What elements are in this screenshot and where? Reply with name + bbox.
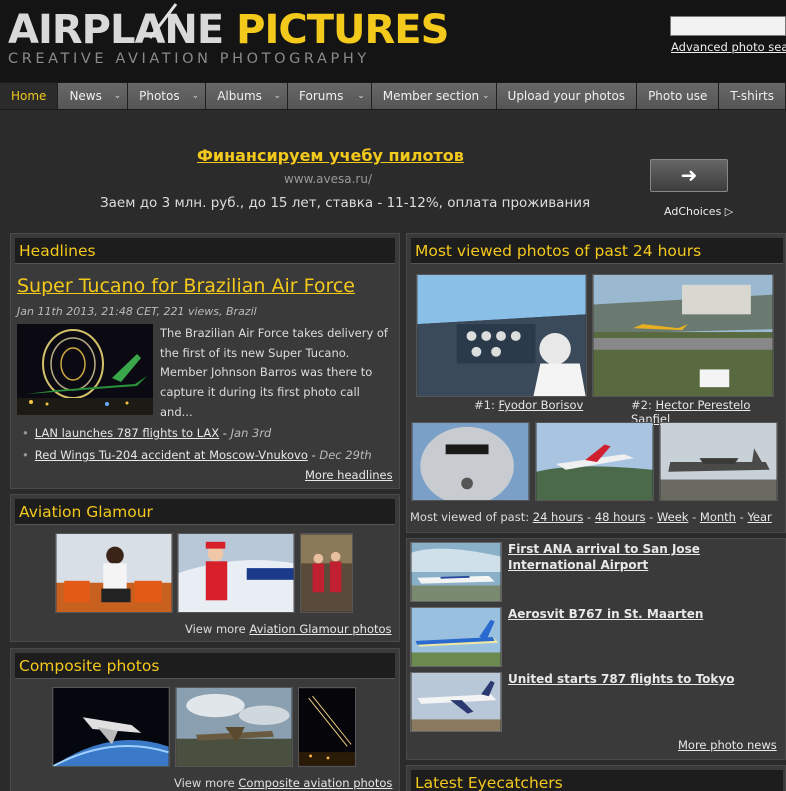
glamour-heading: Aviation Glamour bbox=[15, 499, 395, 525]
composite-view-more: View more Composite aviation photos bbox=[174, 776, 392, 790]
eyecatchers-heading: Latest Eyecatchers bbox=[411, 770, 783, 791]
chevron-down-icon: ⌄ bbox=[191, 91, 200, 101]
headlines-heading: Headlines bbox=[15, 238, 395, 264]
news-thumbnail[interactable] bbox=[410, 672, 502, 732]
period-link-year[interactable]: Year bbox=[747, 510, 771, 524]
news-thumbnail[interactable] bbox=[410, 542, 502, 602]
chevron-down-icon: ⌄ bbox=[113, 91, 122, 101]
headline-date: Jan 3rd bbox=[230, 426, 272, 440]
headline-link[interactable]: Red Wings Tu-204 accident at Moscow-Vnuk… bbox=[35, 448, 308, 462]
nav-albums[interactable]: Albums ⌄ bbox=[206, 83, 289, 109]
nav-forums[interactable]: Forums ⌄ bbox=[288, 83, 372, 109]
composite-view-more-link[interactable]: Composite aviation photos bbox=[238, 776, 392, 790]
nav-label: Forums bbox=[299, 89, 344, 103]
glamour-photo[interactable] bbox=[177, 533, 295, 613]
nav-label: Albums bbox=[217, 89, 262, 103]
main-nav: Home News ⌄ Photos ⌄ Albums ⌄ Forums ⌄ Membe… bbox=[0, 82, 786, 110]
nav-home[interactable]: Home bbox=[0, 83, 59, 109]
logo-word-pictures: PICTURES bbox=[236, 7, 449, 53]
glamour-photo[interactable] bbox=[300, 533, 353, 613]
glamour-view-more: View more Aviation Glamour photos bbox=[185, 622, 392, 636]
nav-upload-photos[interactable]: Upload your photos bbox=[496, 83, 638, 109]
list-item: Red Wings Tu-204 accident at Moscow-Vnuk… bbox=[22, 444, 372, 466]
chevron-down-icon: ⌄ bbox=[481, 91, 490, 101]
nav-member-section[interactable]: Member section ⌄ bbox=[371, 83, 497, 109]
adchoices-link[interactable]: AdChoices ▷ bbox=[664, 205, 733, 218]
rank-label: #1: bbox=[474, 398, 495, 412]
most-viewed-photo-2[interactable] bbox=[592, 274, 774, 397]
most-viewed-photo[interactable] bbox=[411, 422, 530, 501]
headline-link[interactable]: LAN launches 787 flights to LAX bbox=[35, 426, 219, 440]
logo-tagline: CREATIVE AVIATION PHOTOGRAPHY bbox=[8, 51, 370, 67]
most-viewed-periods: Most viewed of past: 24 hours - 48 hours… bbox=[410, 510, 772, 524]
composite-heading: Composite photos bbox=[15, 653, 395, 679]
most-viewed-photo[interactable] bbox=[659, 422, 778, 501]
headline-title-link[interactable]: Super Tucano for Brazilian Air Force bbox=[17, 275, 355, 297]
ad-url[interactable]: www.avesa.ru/ bbox=[284, 172, 372, 186]
eyecatchers-panel: Latest Eyecatchers bbox=[406, 765, 786, 791]
chevron-down-icon: ⌄ bbox=[357, 91, 365, 101]
headline-thumbnail[interactable] bbox=[17, 324, 153, 415]
ad-banner: Финансируем учебу пилотов www.avesa.ru/ … bbox=[0, 111, 786, 231]
ad-title-link[interactable]: Финансируем учебу пилотов bbox=[197, 146, 464, 165]
period-link-week[interactable]: Week bbox=[657, 510, 689, 524]
most-viewed-heading: Most viewed photos of past 24 hours bbox=[411, 238, 783, 264]
more-photo-news-label: More photo news bbox=[678, 738, 777, 752]
period-link-month[interactable]: Month bbox=[700, 510, 736, 524]
list-item: LAN launches 787 flights to LAX - Jan 3r… bbox=[22, 422, 372, 444]
more-photo-news-link[interactable]: More photo news bbox=[678, 738, 777, 752]
news-title-link[interactable]: United starts 787 flights to Tokyo bbox=[508, 671, 748, 687]
logo-word-airplane: AIRPLANE bbox=[8, 7, 224, 53]
headline-meta: Jan 11th 2013, 21:48 CET, 221 views, Bra… bbox=[17, 305, 257, 318]
chevron-down-icon: ⌄ bbox=[273, 91, 282, 101]
nav-label: Home bbox=[11, 89, 47, 103]
nav-label: News bbox=[69, 89, 102, 103]
nav-photos[interactable]: Photos ⌄ bbox=[128, 83, 207, 109]
nav-label: Member section bbox=[382, 89, 480, 103]
site-header: AIRPLANE PICTURES CREATIVE AVIATION PHOT… bbox=[0, 0, 786, 82]
most-viewed-caption-1: #1: Fyodor Borisov bbox=[474, 398, 583, 412]
most-viewed-photo-1[interactable] bbox=[416, 274, 587, 397]
site-logo[interactable]: AIRPLANE PICTURES CREATIVE AVIATION PHOT… bbox=[8, 3, 449, 67]
nav-label: Photo use bbox=[648, 89, 708, 103]
rank-label: #2: bbox=[631, 398, 652, 412]
view-more-prefix: View more bbox=[185, 622, 246, 636]
ad-arrow-button[interactable]: ➜ bbox=[650, 159, 728, 192]
nav-tshirts[interactable]: T-shirts bbox=[719, 83, 786, 109]
period-link-24h[interactable]: 24 hours bbox=[533, 510, 584, 524]
news-title-link[interactable]: First ANA arrival to San Jose Internatio… bbox=[508, 541, 748, 573]
nav-label: T-shirts bbox=[730, 89, 774, 103]
more-headlines-label: More headlines bbox=[305, 468, 393, 482]
glamour-photo[interactable] bbox=[55, 533, 173, 613]
nav-news[interactable]: News ⌄ bbox=[58, 83, 129, 109]
nav-label: Photos bbox=[139, 89, 180, 103]
headline-summary: The Brazilian Air Force takes delivery o… bbox=[160, 326, 388, 419]
ad-text: Заем до 3 млн. руб., до 15 лет, ставка -… bbox=[100, 195, 591, 211]
more-headlines-link[interactable]: More headlines bbox=[305, 468, 393, 482]
news-title-link[interactable]: Aerosvit B767 in St. Maarten bbox=[508, 606, 748, 622]
nav-label: Upload your photos bbox=[507, 89, 626, 103]
advanced-search-link[interactable]: Advanced photo sea bbox=[671, 40, 786, 54]
author-link[interactable]: Fyodor Borisov bbox=[498, 398, 583, 412]
period-link-48h[interactable]: 48 hours bbox=[595, 510, 646, 524]
news-thumbnail[interactable] bbox=[410, 607, 502, 667]
composite-photo[interactable] bbox=[52, 687, 170, 767]
composite-photo[interactable] bbox=[175, 687, 293, 767]
headline-list: LAN launches 787 flights to LAX - Jan 3r… bbox=[22, 422, 372, 466]
composite-photo[interactable] bbox=[298, 687, 356, 767]
headline-date: Dec 29th bbox=[319, 448, 372, 462]
view-more-prefix: View more bbox=[174, 776, 235, 790]
periods-label: Most viewed of past: bbox=[410, 510, 530, 524]
search-input[interactable] bbox=[670, 16, 786, 36]
airplane-swoosh-icon bbox=[148, 3, 178, 39]
glamour-view-more-link[interactable]: Aviation Glamour photos bbox=[249, 622, 391, 636]
nav-photo-use[interactable]: Photo use bbox=[637, 83, 720, 109]
most-viewed-photo[interactable] bbox=[535, 422, 654, 501]
